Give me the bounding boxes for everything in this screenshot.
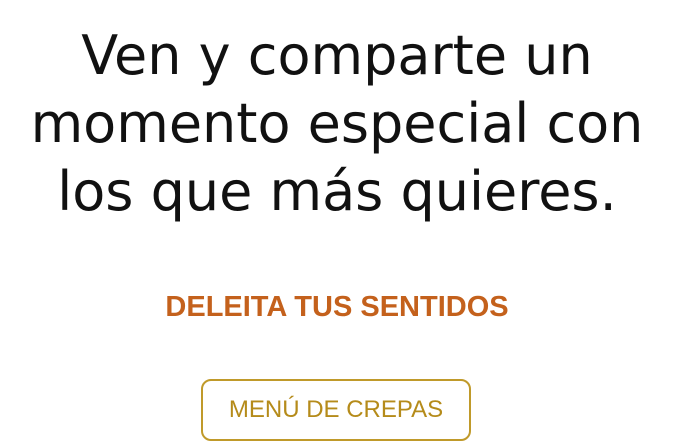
headline-line-3: los que más quieres. bbox=[57, 160, 617, 223]
crepes-menu-button[interactable]: MENÚ DE CREPAS bbox=[201, 379, 471, 441]
headline-line-1: Ven y comparte un bbox=[81, 24, 593, 87]
hero-headline: Ven y comparte un momento especial con l… bbox=[0, 22, 674, 226]
section-subheading: DELEITA TUS SENTIDOS bbox=[165, 291, 509, 323]
crepes-menu-button-label: MENÚ DE CREPAS bbox=[228, 396, 444, 423]
headline-line-2: momento especial con bbox=[30, 92, 644, 155]
